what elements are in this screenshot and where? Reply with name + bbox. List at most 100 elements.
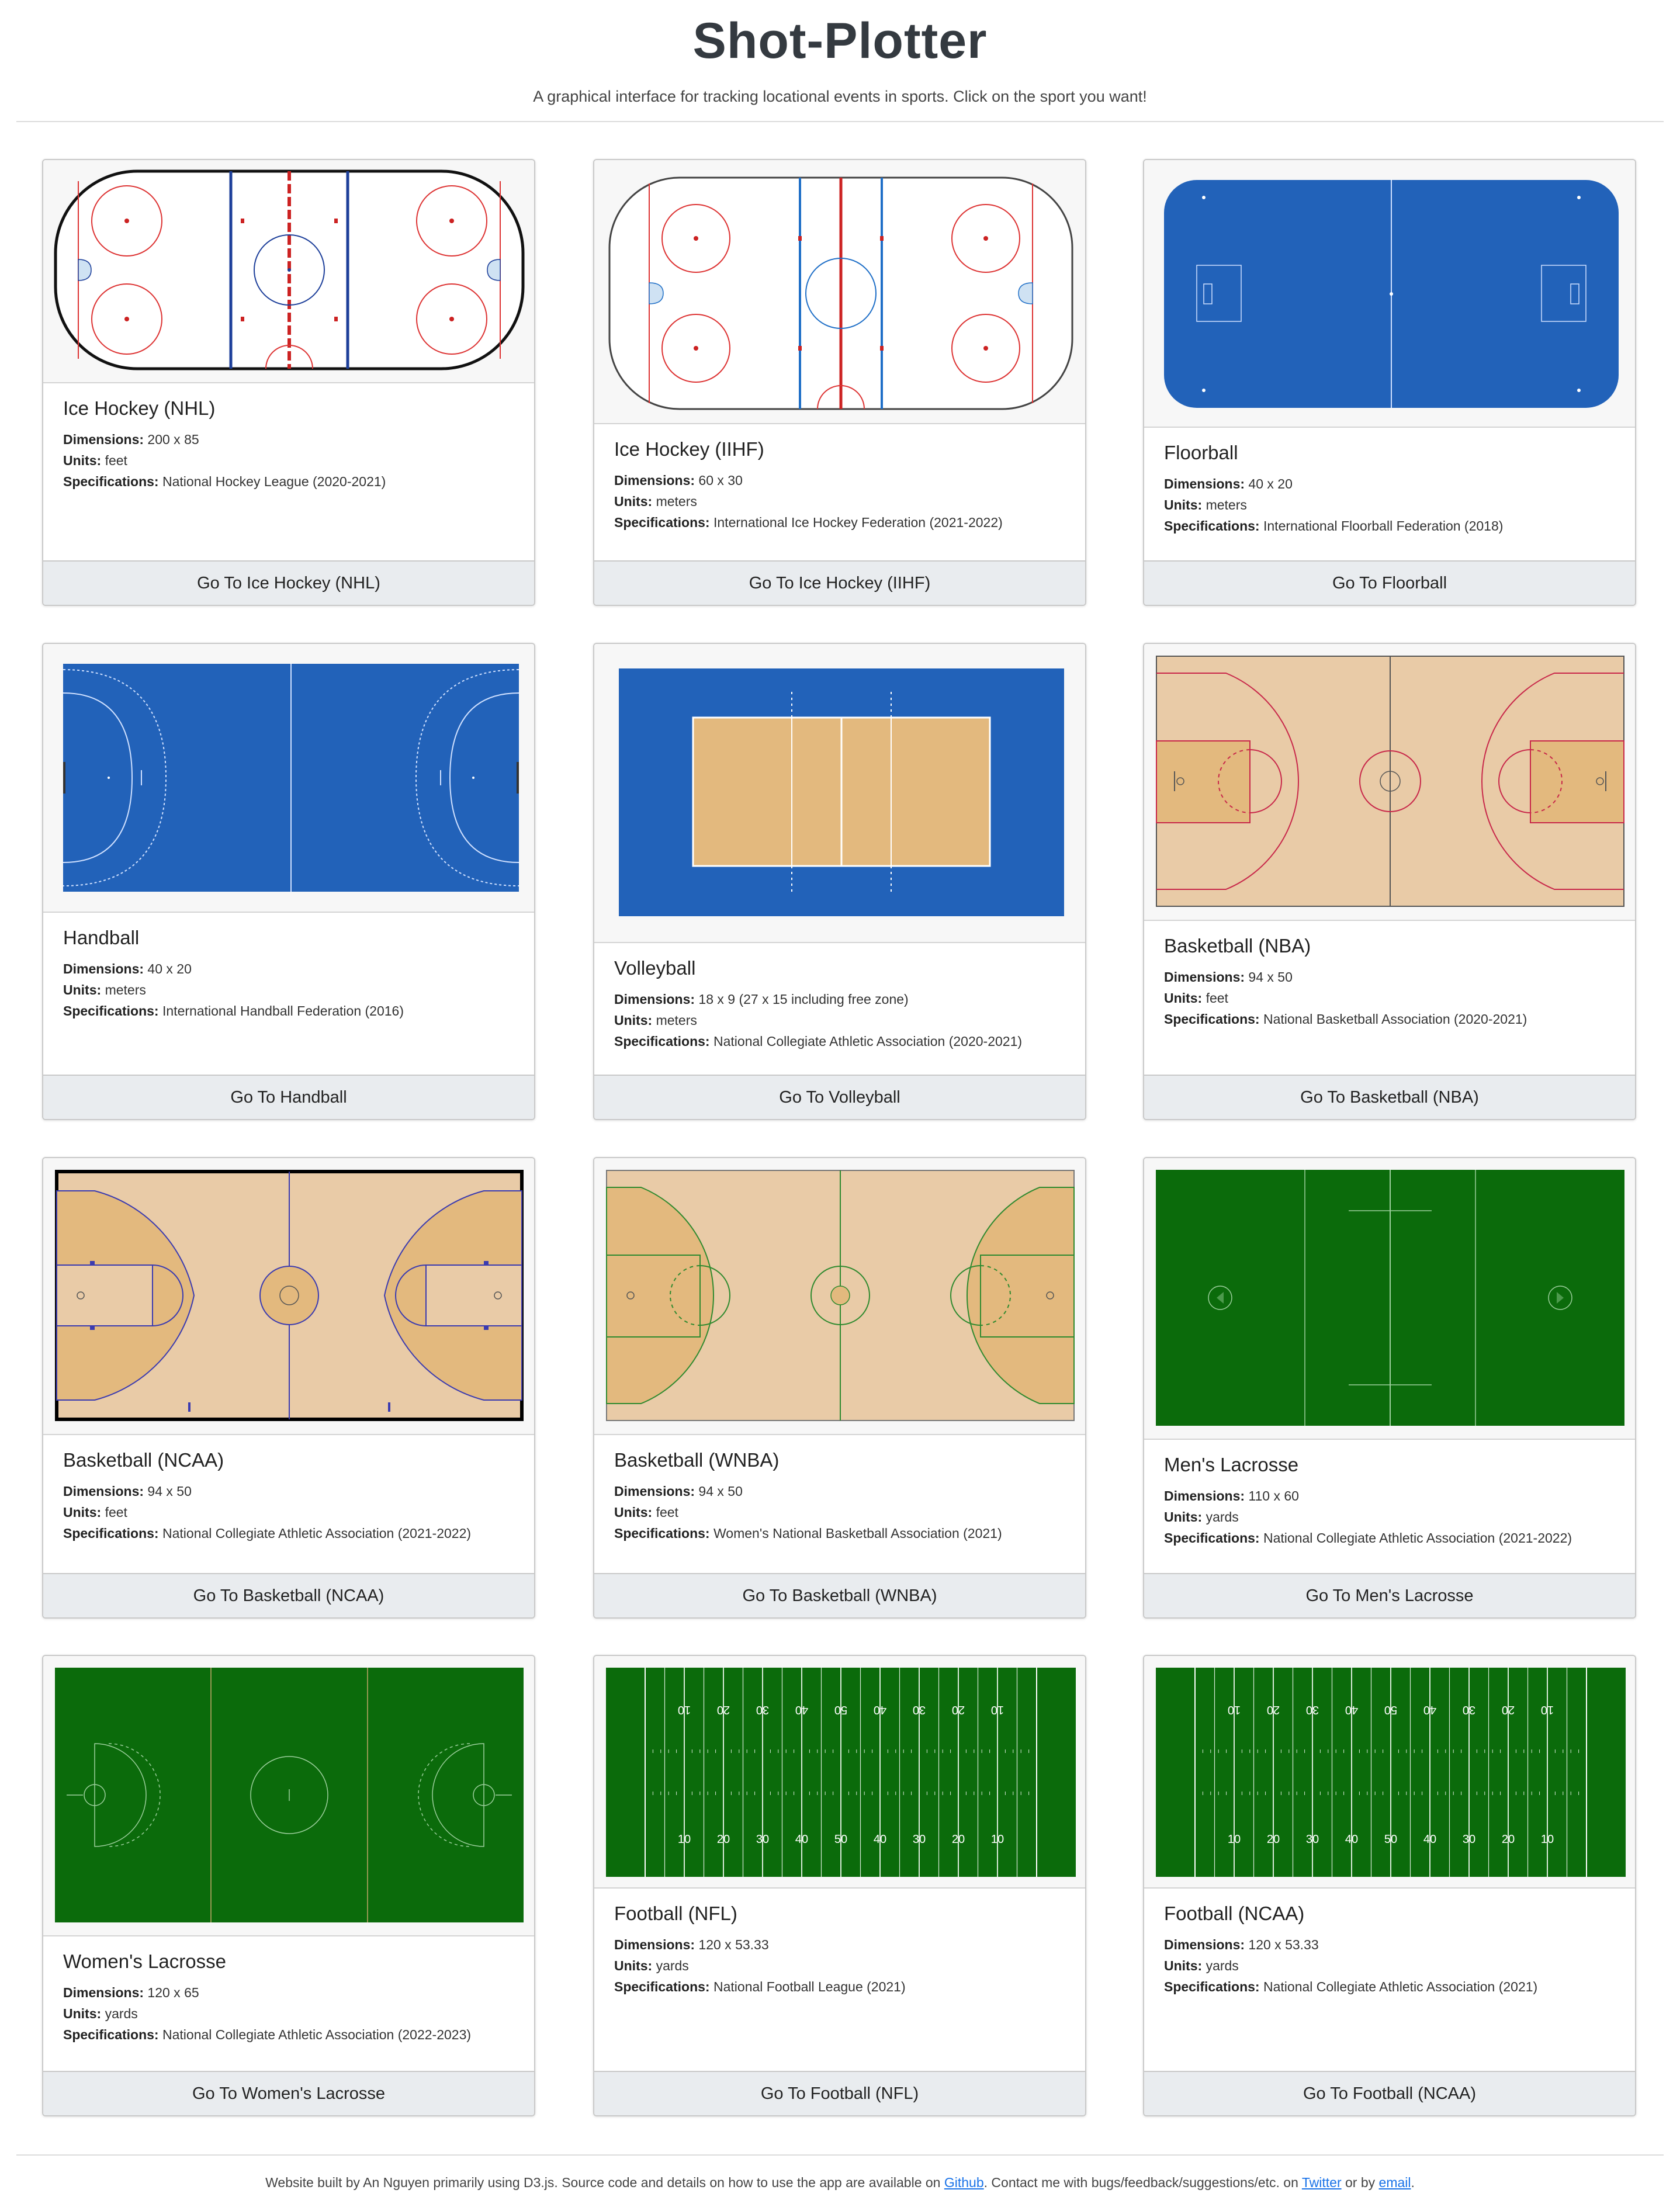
card-mens-lacrosse[interactable]: Men's Lacrosse Dimensions: 110 x 60 Unit… [1143,1157,1636,1619]
specifications-value: National Basketball Association (2020-20… [1263,1011,1527,1027]
go-to-womens-lacrosse-button[interactable]: Go To Women's Lacrosse [43,2071,534,2115]
card-title: Basketball (NBA) [1164,935,1311,957]
units-label: Units: [614,1958,653,1973]
card-basketball-nba[interactable]: Basketball (NBA) Dimensions: 94 x 50 Uni… [1143,643,1636,1120]
units-label: Units: [63,1505,102,1520]
go-to-floorball-button[interactable]: Go To Floorball [1144,560,1635,605]
twitter-link[interactable]: Twitter [1302,2175,1342,2190]
go-to-football-ncaa-button[interactable]: Go To Football (NCAA) [1144,2071,1635,2115]
units-label: Units: [614,494,653,509]
mens-lacrosse-field [1156,1170,1624,1426]
specifications-value: National Collegiate Athletic Association… [162,2027,472,2042]
units-value: meters [656,494,697,509]
specifications-label: Specifications: [614,515,710,530]
card-ice-hockey-iihf[interactable]: Ice Hockey (IIHF) Dimensions: 60 x 30 Un… [593,159,1086,606]
go-to-basketball-nba-button[interactable]: Go To Basketball (NBA) [1144,1075,1635,1119]
basketball-wnba-court [606,1170,1075,1421]
footer-text: Website built by An Nguyen primarily usi… [265,2175,944,2190]
card-title: Ice Hockey (IIHF) [614,438,764,460]
units-value: feet [105,453,127,468]
card-football-nfl[interactable]: 10 10 20 20 30 30 40 40 50 50 40 40 30 30 20 20 10 10 Foo… [593,1655,1086,2116]
specifications-value: International Floorball Federation (2018… [1263,518,1504,533]
card-title: Floorball [1164,442,1238,463]
yard-number-top: 40 [874,1703,886,1716]
card-title: Women's Lacrosse [63,1950,226,1972]
go-to-mens-lacrosse-button[interactable]: Go To Men's Lacrosse [1144,1573,1635,1617]
dimensions-value: 120 x 53.33 [1248,1937,1319,1952]
card-volleyball[interactable]: Volleyball Dimensions: 18 x 9 (27 x 15 i… [593,643,1086,1120]
page-subtitle: A graphical interface for tracking locat… [533,88,1147,105]
go-to-volleyball-button[interactable]: Go To Volleyball [594,1075,1085,1119]
specifications-label: Specifications: [614,1034,710,1049]
dimensions-label: Dimensions: [614,992,695,1007]
dimensions-value: 94 x 50 [147,1484,192,1499]
dimensions-value: 120 x 65 [147,1985,199,2000]
specifications-value: National Hockey League (2020-2021) [162,474,386,489]
yard-number-bottom: 50 [834,1833,847,1846]
court-image-handball [43,644,534,913]
page-header: Shot-Plotter A graphical interface for t… [0,0,1680,106]
basketball-ncaa-court [55,1170,524,1421]
go-to-basketball-ncaa-button[interactable]: Go To Basketball (NCAA) [43,1573,534,1617]
yard-number-top: 30 [1306,1703,1319,1716]
yard-number-top: 50 [834,1703,847,1716]
units-value: feet [1206,990,1228,1006]
yard-number-bottom: 30 [1463,1833,1475,1846]
specifications-label: Specifications: [614,1526,710,1541]
dimensions-value: 40 x 20 [147,961,192,976]
yard-number-bottom: 20 [1267,1833,1280,1846]
card-handball[interactable]: Handball Dimensions: 40 x 20 Units: mete… [42,643,535,1120]
units-label: Units: [1164,1958,1203,1973]
units-value: yards [1206,1509,1239,1525]
go-to-ice-hockey-iihf-button[interactable]: Go To Ice Hockey (IIHF) [594,560,1085,605]
dimensions-value: 40 x 20 [1248,476,1293,491]
go-to-handball-button[interactable]: Go To Handball [43,1075,534,1119]
yard-number-top: 20 [717,1703,730,1716]
specifications-label: Specifications: [1164,1530,1260,1546]
handball-court [63,664,519,892]
github-link[interactable]: Github [944,2175,984,2190]
dimensions-label: Dimensions: [614,1937,695,1952]
email-link[interactable]: email [1379,2175,1411,2190]
yard-number-top: 40 [1423,1703,1436,1716]
specifications-value: Women's National Basketball Association … [713,1526,1002,1541]
card-title: Basketball (NCAA) [63,1449,224,1471]
go-to-ice-hockey-nhl-button[interactable]: Go To Ice Hockey (NHL) [43,560,534,605]
dimensions-value: 18 x 9 (27 x 15 including free zone) [698,992,909,1007]
dimensions-label: Dimensions: [614,1484,695,1499]
card-basketball-wnba[interactable]: Basketball (WNBA) Dimensions: 94 x 50 Un… [593,1157,1086,1619]
field-image-womens-lacrosse [43,1656,534,1936]
rink-image-iihf [594,160,1085,424]
dimensions-label: Dimensions: [614,473,695,488]
card-ice-hockey-nhl[interactable]: Ice Hockey (NHL) Dimensions: 200 x 85 Un… [42,159,535,606]
yard-number-bottom: 20 [1502,1833,1515,1846]
units-value: yards [656,1958,689,1973]
specifications-value: National Collegiate Athletic Association… [1263,1530,1572,1546]
card-womens-lacrosse[interactable]: Women's Lacrosse Dimensions: 120 x 65 Un… [42,1655,535,2116]
dimensions-label: Dimensions: [63,1985,144,2000]
volleyball-court [619,668,1064,916]
dimensions-label: Dimensions: [63,961,144,976]
card-title: Basketball (WNBA) [614,1449,780,1471]
specifications-label: Specifications: [63,1003,159,1018]
dimensions-value: 120 x 53.33 [698,1937,769,1952]
footer-divider [16,2154,1664,2156]
specifications-value: National Collegiate Athletic Association… [1263,1979,1538,1994]
court-image-wnba [594,1158,1085,1435]
ice-hockey-nhl-rink [54,169,525,370]
units-value: meters [105,982,146,997]
court-image-ncaa [43,1158,534,1435]
dimensions-value: 110 x 60 [1248,1488,1299,1503]
card-basketball-ncaa[interactable]: Basketball (NCAA) Dimensions: 94 x 50 Un… [42,1157,535,1619]
yard-number-bottom: 10 [991,1833,1004,1846]
units-value: feet [656,1505,678,1520]
go-to-basketball-wnba-button[interactable]: Go To Basketball (WNBA) [594,1573,1085,1617]
card-football-ncaa[interactable]: 10 10 20 20 30 30 40 40 50 50 40 40 30 30 20 20 10 10 Foo… [1143,1655,1636,2116]
dimensions-label: Dimensions: [63,432,144,447]
card-floorball[interactable]: Floorball Dimensions: 40 x 20 Units: met… [1143,159,1636,606]
field-image-mens-lacrosse [1144,1158,1635,1440]
yard-number-top: 30 [1463,1703,1475,1716]
card-title: Volleyball [614,957,696,979]
go-to-football-nfl-button[interactable]: Go To Football (NFL) [594,2071,1085,2115]
yard-number-top: 10 [1541,1703,1554,1716]
